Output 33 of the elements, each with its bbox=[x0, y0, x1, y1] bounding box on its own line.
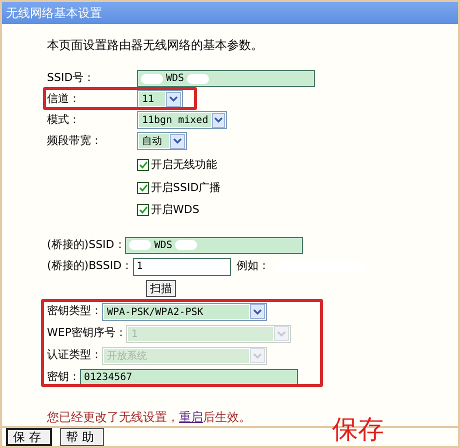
save-button[interactable]: 保存 bbox=[6, 428, 52, 446]
input-field[interactable]: WDS bbox=[137, 70, 315, 87]
checkbox-option[interactable]: 开启WDS bbox=[137, 202, 458, 218]
field-label: 信道： bbox=[47, 90, 81, 107]
example-label: 例如： bbox=[236, 258, 270, 274]
notice-text: 您已经更改了无线设置，重启后生效。 bbox=[47, 408, 252, 426]
dropdown[interactable]: 自动 bbox=[137, 132, 187, 150]
field-label: (桥接的)BSSID： bbox=[47, 258, 133, 274]
checkbox[interactable] bbox=[137, 182, 149, 194]
dropdown[interactable]: 11 bbox=[137, 90, 183, 108]
help-button[interactable]: 帮助 bbox=[60, 428, 104, 446]
input-field[interactable]: WDS bbox=[125, 236, 304, 254]
field-label: 模式： bbox=[47, 112, 81, 128]
dropdown[interactable]: 11bgn mixed bbox=[137, 111, 227, 129]
field-label: 密钥： bbox=[47, 368, 80, 385]
annotation-text: 保存 bbox=[332, 417, 384, 443]
restart-link[interactable]: 重启 bbox=[179, 410, 203, 424]
checkbox-option[interactable]: 开启无线功能 bbox=[137, 157, 458, 174]
intro-text: 本页面设置路由器无线网络的基本参数。 bbox=[47, 37, 264, 54]
field-label: SSID号： bbox=[47, 70, 96, 86]
field-label: 密钥类型： bbox=[47, 303, 102, 320]
input-field[interactable]: 01234567 bbox=[80, 368, 298, 386]
field-label: WEP密钥序号： bbox=[47, 325, 126, 342]
dropdown[interactable]: WPA-PSK/WPA2-PSK bbox=[102, 302, 267, 320]
field-label: 认证类型： bbox=[47, 347, 102, 364]
field-label: (桥接的)SSID： bbox=[47, 236, 126, 253]
checkbox[interactable] bbox=[137, 159, 149, 172]
scan-button[interactable]: 扫描 bbox=[146, 280, 176, 296]
window-title: 无线网络基本设置 bbox=[2, 2, 458, 24]
field-label: 频段带宽： bbox=[47, 132, 103, 149]
input-field[interactable]: 1 bbox=[132, 258, 231, 276]
checkbox[interactable] bbox=[137, 204, 149, 216]
checkbox-option[interactable]: 开启SSID广播 bbox=[137, 180, 458, 196]
